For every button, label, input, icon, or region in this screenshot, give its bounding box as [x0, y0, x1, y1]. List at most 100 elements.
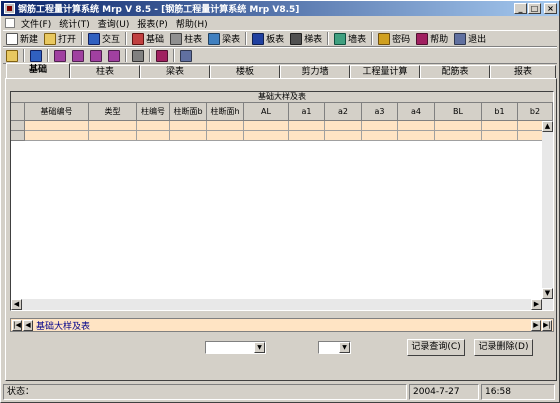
- stair-button[interactable]: 梯表: [287, 31, 325, 46]
- foundation-button[interactable]: 基础: [129, 31, 167, 46]
- table-cell[interactable]: [435, 121, 482, 131]
- menu-statistics[interactable]: 统计(T): [55, 17, 94, 30]
- table-cell[interactable]: [170, 121, 207, 131]
- data-grid[interactable]: 基础大样及表 基础编号 类型 柱编号 柱断面b 柱断面h AL a1 a2 a3…: [10, 91, 554, 311]
- tab-shear-wall[interactable]: 剪力墙: [280, 65, 350, 78]
- book-button[interactable]: [153, 48, 171, 63]
- tab-beam[interactable]: 梁表: [140, 65, 210, 78]
- interact-button[interactable]: 交互: [85, 31, 123, 46]
- row-header[interactable]: [11, 131, 25, 141]
- open-button[interactable]: 打开: [41, 31, 79, 46]
- toolbar-separator: [173, 49, 175, 62]
- filter-combo-1[interactable]: ▼: [205, 341, 266, 354]
- column-header[interactable]: 类型: [89, 103, 137, 121]
- table-cell[interactable]: [289, 131, 325, 141]
- table-cell[interactable]: [137, 131, 170, 141]
- minimize-button[interactable]: _: [514, 3, 527, 14]
- open-folder-button[interactable]: [3, 48, 21, 63]
- table-cell[interactable]: [89, 131, 137, 141]
- table-cell[interactable]: [170, 131, 207, 141]
- filter-combo-2[interactable]: ▼: [318, 341, 351, 354]
- table-cell[interactable]: [244, 131, 289, 141]
- column-header[interactable]: a2: [325, 103, 362, 121]
- tab-foundation[interactable]: 基础: [6, 63, 70, 78]
- scroll-up-button[interactable]: ▲: [542, 121, 553, 132]
- prev-record-button[interactable]: ◀: [23, 319, 33, 331]
- export-button[interactable]: [177, 48, 195, 63]
- table-cell[interactable]: [398, 131, 435, 141]
- password-button[interactable]: 密码: [375, 31, 413, 46]
- beam-button[interactable]: 梁表: [205, 31, 243, 46]
- first-record-button[interactable]: |◀: [12, 319, 22, 331]
- table-cell[interactable]: [25, 131, 89, 141]
- column-header[interactable]: AL: [244, 103, 289, 121]
- help-button[interactable]: 帮助: [413, 31, 451, 46]
- column-header[interactable]: 柱断面b: [170, 103, 207, 121]
- status-text: 状态：: [3, 384, 407, 400]
- tab-quantity-calc[interactable]: 工程量计算: [350, 65, 420, 78]
- wall-button[interactable]: 墙表: [331, 31, 369, 46]
- chevron-down-icon[interactable]: ▼: [339, 342, 350, 353]
- column-header[interactable]: a4: [398, 103, 435, 121]
- table-cell[interactable]: [137, 121, 170, 131]
- table-cell[interactable]: [362, 121, 398, 131]
- table-cell[interactable]: [89, 121, 137, 131]
- table-cell[interactable]: [325, 121, 362, 131]
- table-cell[interactable]: [244, 121, 289, 131]
- new-button[interactable]: 新建: [3, 31, 41, 46]
- horizontal-scrollbar[interactable]: ◀ ▶: [11, 299, 553, 310]
- scroll-down-button[interactable]: ▼: [542, 288, 553, 299]
- table-cell[interactable]: [435, 131, 482, 141]
- column-header[interactable]: 基础编号: [25, 103, 89, 121]
- vertical-scrollbar[interactable]: ▲ ▼: [542, 121, 553, 299]
- record-query-button[interactable]: 记录查询(C): [407, 339, 465, 356]
- close-button[interactable]: ×: [544, 3, 557, 14]
- tab-report[interactable]: 报表: [490, 65, 556, 78]
- chevron-down-icon[interactable]: ▼: [254, 342, 265, 353]
- column-label: 柱表: [184, 35, 203, 45]
- table-cell[interactable]: [362, 131, 398, 141]
- tool-d-button[interactable]: [105, 48, 123, 63]
- tab-rebar-table[interactable]: 配筋表: [420, 65, 490, 78]
- table-cell[interactable]: [482, 131, 518, 141]
- column-header[interactable]: b1: [482, 103, 518, 121]
- table-cell[interactable]: [25, 121, 89, 131]
- table-cell[interactable]: [207, 131, 244, 141]
- print-button[interactable]: [129, 48, 147, 63]
- table-cell[interactable]: [398, 121, 435, 131]
- tool-b-button[interactable]: [69, 48, 87, 63]
- record-delete-button[interactable]: 记录删除(D): [474, 339, 533, 356]
- menu-query[interactable]: 查询(U): [94, 17, 134, 30]
- slab-button[interactable]: 板表: [249, 31, 287, 46]
- row-header[interactable]: [11, 121, 25, 131]
- column-header[interactable]: b2: [518, 103, 553, 121]
- menu-help[interactable]: 帮助(H): [172, 17, 212, 30]
- column-header[interactable]: BL: [435, 103, 482, 121]
- scroll-right-button[interactable]: ▶: [531, 299, 542, 310]
- tool-c-button[interactable]: [87, 48, 105, 63]
- last-record-button[interactable]: ▶|: [542, 320, 552, 331]
- column-button[interactable]: 柱表: [167, 31, 205, 46]
- column-header[interactable]: 柱编号: [137, 103, 170, 121]
- table-cell[interactable]: [482, 121, 518, 131]
- column-header[interactable]: a3: [362, 103, 398, 121]
- tool-a-button[interactable]: [51, 48, 69, 63]
- scroll-left-button[interactable]: ◀: [11, 299, 22, 310]
- tab-column[interactable]: 柱表: [70, 65, 140, 78]
- table-cell[interactable]: [325, 131, 362, 141]
- table-cell[interactable]: [289, 121, 325, 131]
- title-bar[interactable]: 钢筋工程量计算系统 Mrp V 8.5 - [钢筋工程量计算系统 Mrp V8.…: [1, 1, 559, 16]
- maximize-button[interactable]: □: [528, 3, 541, 14]
- sheet-icon: [90, 49, 102, 62]
- menu-report[interactable]: 报表(P): [133, 17, 171, 30]
- open-label: 打开: [58, 35, 77, 45]
- menu-file[interactable]: 文件(F): [17, 17, 55, 30]
- column-header[interactable]: 柱断面h: [207, 103, 244, 121]
- tab-slab[interactable]: 楼板: [210, 65, 280, 78]
- calculator-button[interactable]: [27, 48, 45, 63]
- exit-button[interactable]: 退出: [451, 31, 489, 46]
- column-header[interactable]: a1: [289, 103, 325, 121]
- document-icon[interactable]: [5, 18, 15, 28]
- next-record-button[interactable]: ▶: [531, 320, 541, 331]
- table-cell[interactable]: [207, 121, 244, 131]
